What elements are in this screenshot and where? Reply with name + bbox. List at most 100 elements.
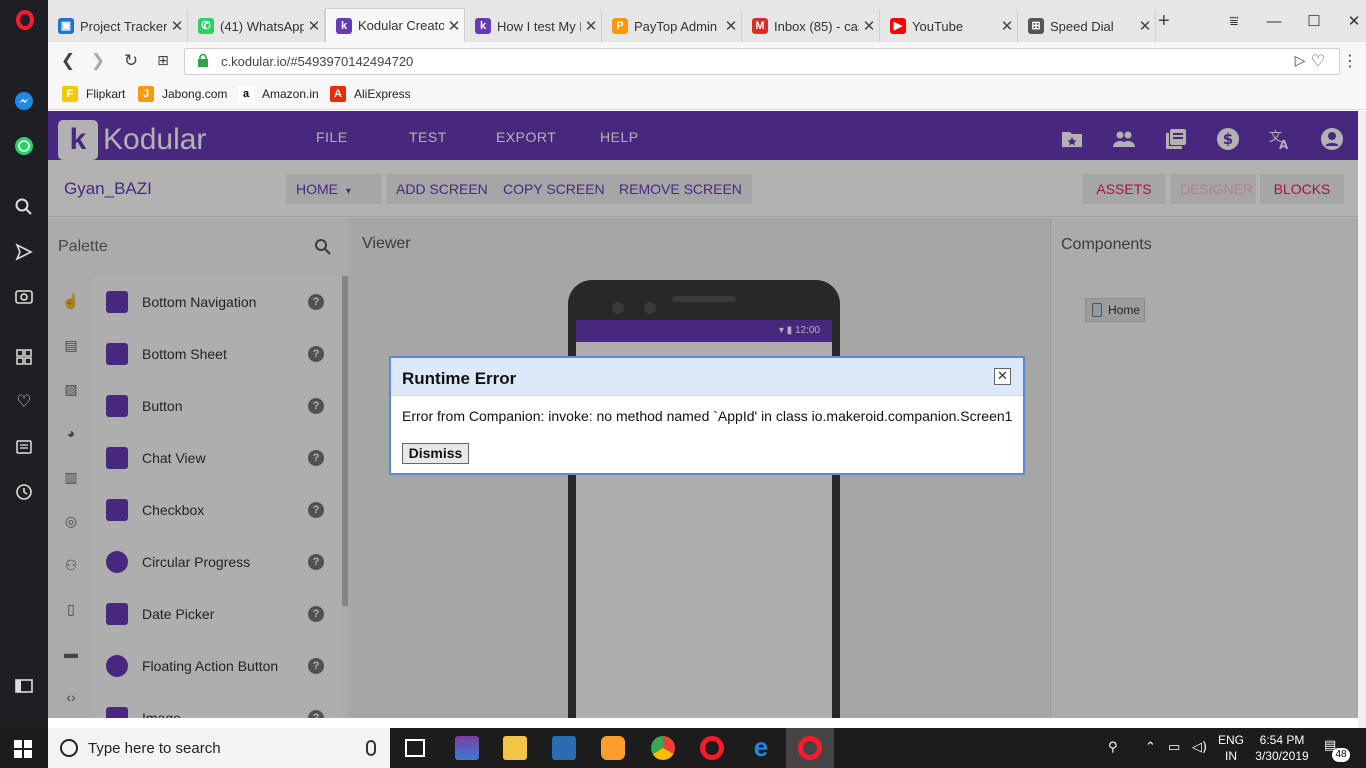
- maximize-button[interactable]: ☐: [1294, 10, 1334, 34]
- volume-icon[interactable]: ◁): [1192, 740, 1207, 755]
- tab-close-icon[interactable]: ✕: [997, 17, 1017, 35]
- chrome-icon[interactable]: [651, 736, 675, 760]
- heart-icon[interactable]: ♡: [14, 392, 34, 412]
- tab-close-icon[interactable]: ✕: [859, 17, 879, 35]
- youtube-icon: ▶: [890, 18, 906, 34]
- dismiss-button[interactable]: Dismiss: [402, 443, 469, 464]
- tabs-grid-icon[interactable]: ⊞: [151, 50, 175, 72]
- show-hidden-icons[interactable]: ⌃: [1145, 740, 1156, 755]
- bookmark-label: Flipkart: [86, 87, 126, 101]
- browser-tab[interactable]: ▣ Project Tracker: ✕: [48, 10, 188, 42]
- clock[interactable]: 6:54 PM 3/30/2019: [1250, 732, 1314, 764]
- news-icon[interactable]: [14, 437, 34, 457]
- kodular-icon: k: [336, 17, 352, 34]
- language-code: ENG: [1217, 733, 1244, 747]
- opera-active-window[interactable]: [786, 728, 834, 768]
- messenger-icon[interactable]: [14, 91, 34, 111]
- browser-tab[interactable]: k How I test My P ✕: [465, 10, 602, 42]
- back-button[interactable]: ❮: [56, 50, 80, 72]
- bookmark-item[interactable]: J Jabong.com: [138, 86, 227, 102]
- file-explorer-icon[interactable]: [503, 736, 527, 760]
- camera-icon[interactable]: [14, 286, 34, 306]
- jabong-icon: J: [138, 86, 154, 102]
- opera-sidebar: ♡: [0, 0, 48, 728]
- send-icon[interactable]: [14, 242, 34, 262]
- opera-taskbar-icon[interactable]: [700, 736, 724, 760]
- tab-close-icon[interactable]: ✕: [581, 17, 601, 35]
- sidebar-toggle-icon[interactable]: [14, 676, 34, 696]
- speed-dial-icon: ⊞: [1028, 18, 1044, 34]
- browser-tab[interactable]: ✆ (41) WhatsApp ✕: [188, 10, 325, 42]
- uc-browser-icon[interactable]: [601, 736, 625, 760]
- new-tab-button[interactable]: +: [1158, 10, 1170, 33]
- winrar-icon[interactable]: [455, 736, 479, 760]
- people-icon[interactable]: ⚲: [1108, 740, 1118, 755]
- speed-dial-icon[interactable]: [14, 347, 34, 367]
- tab-close-icon[interactable]: ✕: [1135, 17, 1155, 35]
- close-window-button[interactable]: ✕: [1334, 10, 1366, 34]
- browser-tab-label: How I test My P: [497, 18, 581, 34]
- bookmark-item[interactable]: F Flipkart: [62, 86, 125, 102]
- dialog-close-icon[interactable]: ✕: [994, 368, 1011, 385]
- bookmark-heart-icon[interactable]: ♡: [1306, 50, 1330, 72]
- kodular-icon: k: [475, 18, 491, 34]
- tab-close-icon[interactable]: ✕: [444, 17, 464, 35]
- bookmark-label: AliExpress: [354, 87, 411, 101]
- browser-tab-label: Kodular Creator: [358, 18, 444, 33]
- minimize-button[interactable]: —: [1254, 10, 1294, 34]
- bookmark-item[interactable]: A AliExpress: [330, 86, 411, 102]
- language-indicator[interactable]: ENG IN: [1216, 732, 1246, 764]
- tab-close-icon[interactable]: ✕: [304, 17, 324, 35]
- bookmark-item[interactable]: a Amazon.in: [238, 86, 319, 102]
- tab-bar: ▣ Project Tracker: ✕ ✆ (41) WhatsApp ✕ k Kodula…: [48, 0, 1366, 42]
- history-icon[interactable]: [14, 482, 34, 502]
- notification-count: 48: [1332, 748, 1350, 762]
- task-view-icon[interactable]: [405, 739, 425, 757]
- microphone-icon[interactable]: [366, 740, 376, 756]
- tab-menu-icon[interactable]: ⩸: [1214, 10, 1254, 34]
- page-scrollbar[interactable]: [1358, 111, 1366, 728]
- browser-tab-label: (41) WhatsApp: [220, 18, 304, 34]
- edge-icon[interactable]: e: [749, 734, 773, 760]
- opera-logo-icon[interactable]: [16, 10, 34, 30]
- browser-tab-label: Speed Dial: [1050, 18, 1114, 34]
- runtime-error-dialog: Runtime Error ✕ Error from Companion: in…: [389, 356, 1025, 475]
- taskbar-search-input[interactable]: Type here to search: [48, 728, 390, 768]
- whatsapp-icon[interactable]: [14, 136, 34, 156]
- tab-close-icon[interactable]: ✕: [721, 17, 741, 35]
- region-code: IN: [1225, 749, 1237, 763]
- bookmark-label: Amazon.in: [262, 87, 319, 101]
- windows-taskbar: Type here to search e ⚲ ⌃ ▭ ◁) ENG IN 6:…: [0, 728, 1366, 768]
- clock-date: 3/30/2019: [1255, 749, 1309, 763]
- aliexpress-icon: A: [330, 86, 346, 102]
- project-tracker-icon: ▣: [58, 18, 74, 34]
- windows-start-icon[interactable]: [14, 740, 32, 758]
- flipkart-icon: F: [62, 86, 78, 102]
- lock-icon: [198, 54, 208, 67]
- url-text: c.kodular.io/#5493970142494720: [221, 54, 414, 69]
- reload-button[interactable]: ↻: [119, 50, 143, 72]
- easy-setup-icon[interactable]: ⋮: [1338, 50, 1362, 72]
- browser-tab[interactable]: ▶ YouTube ✕: [880, 10, 1018, 42]
- browser-tab[interactable]: M Inbox (85) - cas ✕: [742, 10, 880, 42]
- gmail-icon: M: [752, 18, 768, 34]
- store-icon[interactable]: [552, 736, 576, 760]
- cortana-icon: [60, 739, 78, 757]
- dialog-title: Runtime Error: [402, 369, 517, 388]
- taskbar-search-placeholder: Type here to search: [88, 740, 221, 757]
- browser-tab[interactable]: ⊞ Speed Dial ✕: [1018, 10, 1156, 42]
- tab-close-icon[interactable]: ✕: [167, 17, 187, 35]
- bookmarks-bar: F Flipkart J Jabong.com a Amazon.in A AliExpres…: [48, 80, 1366, 110]
- bookmark-label: Jabong.com: [162, 87, 228, 101]
- paytop-icon: P: [612, 18, 628, 34]
- forward-button[interactable]: ❯: [86, 50, 110, 72]
- browser-tab-label: Project Tracker:: [80, 18, 167, 34]
- search-icon[interactable]: [14, 197, 34, 217]
- address-bar[interactable]: c.kodular.io/#5493970142494720: [184, 48, 1340, 75]
- whatsapp-icon: ✆: [198, 18, 214, 34]
- amazon-icon: a: [238, 86, 254, 102]
- browser-tab[interactable]: P PayTop Admin - ✕: [602, 10, 742, 42]
- dialog-message: Error from Companion: invoke: no method …: [402, 408, 1013, 424]
- browser-tab[interactable]: k Kodular Creator ✕: [325, 8, 465, 42]
- battery-icon[interactable]: ▭: [1168, 740, 1180, 755]
